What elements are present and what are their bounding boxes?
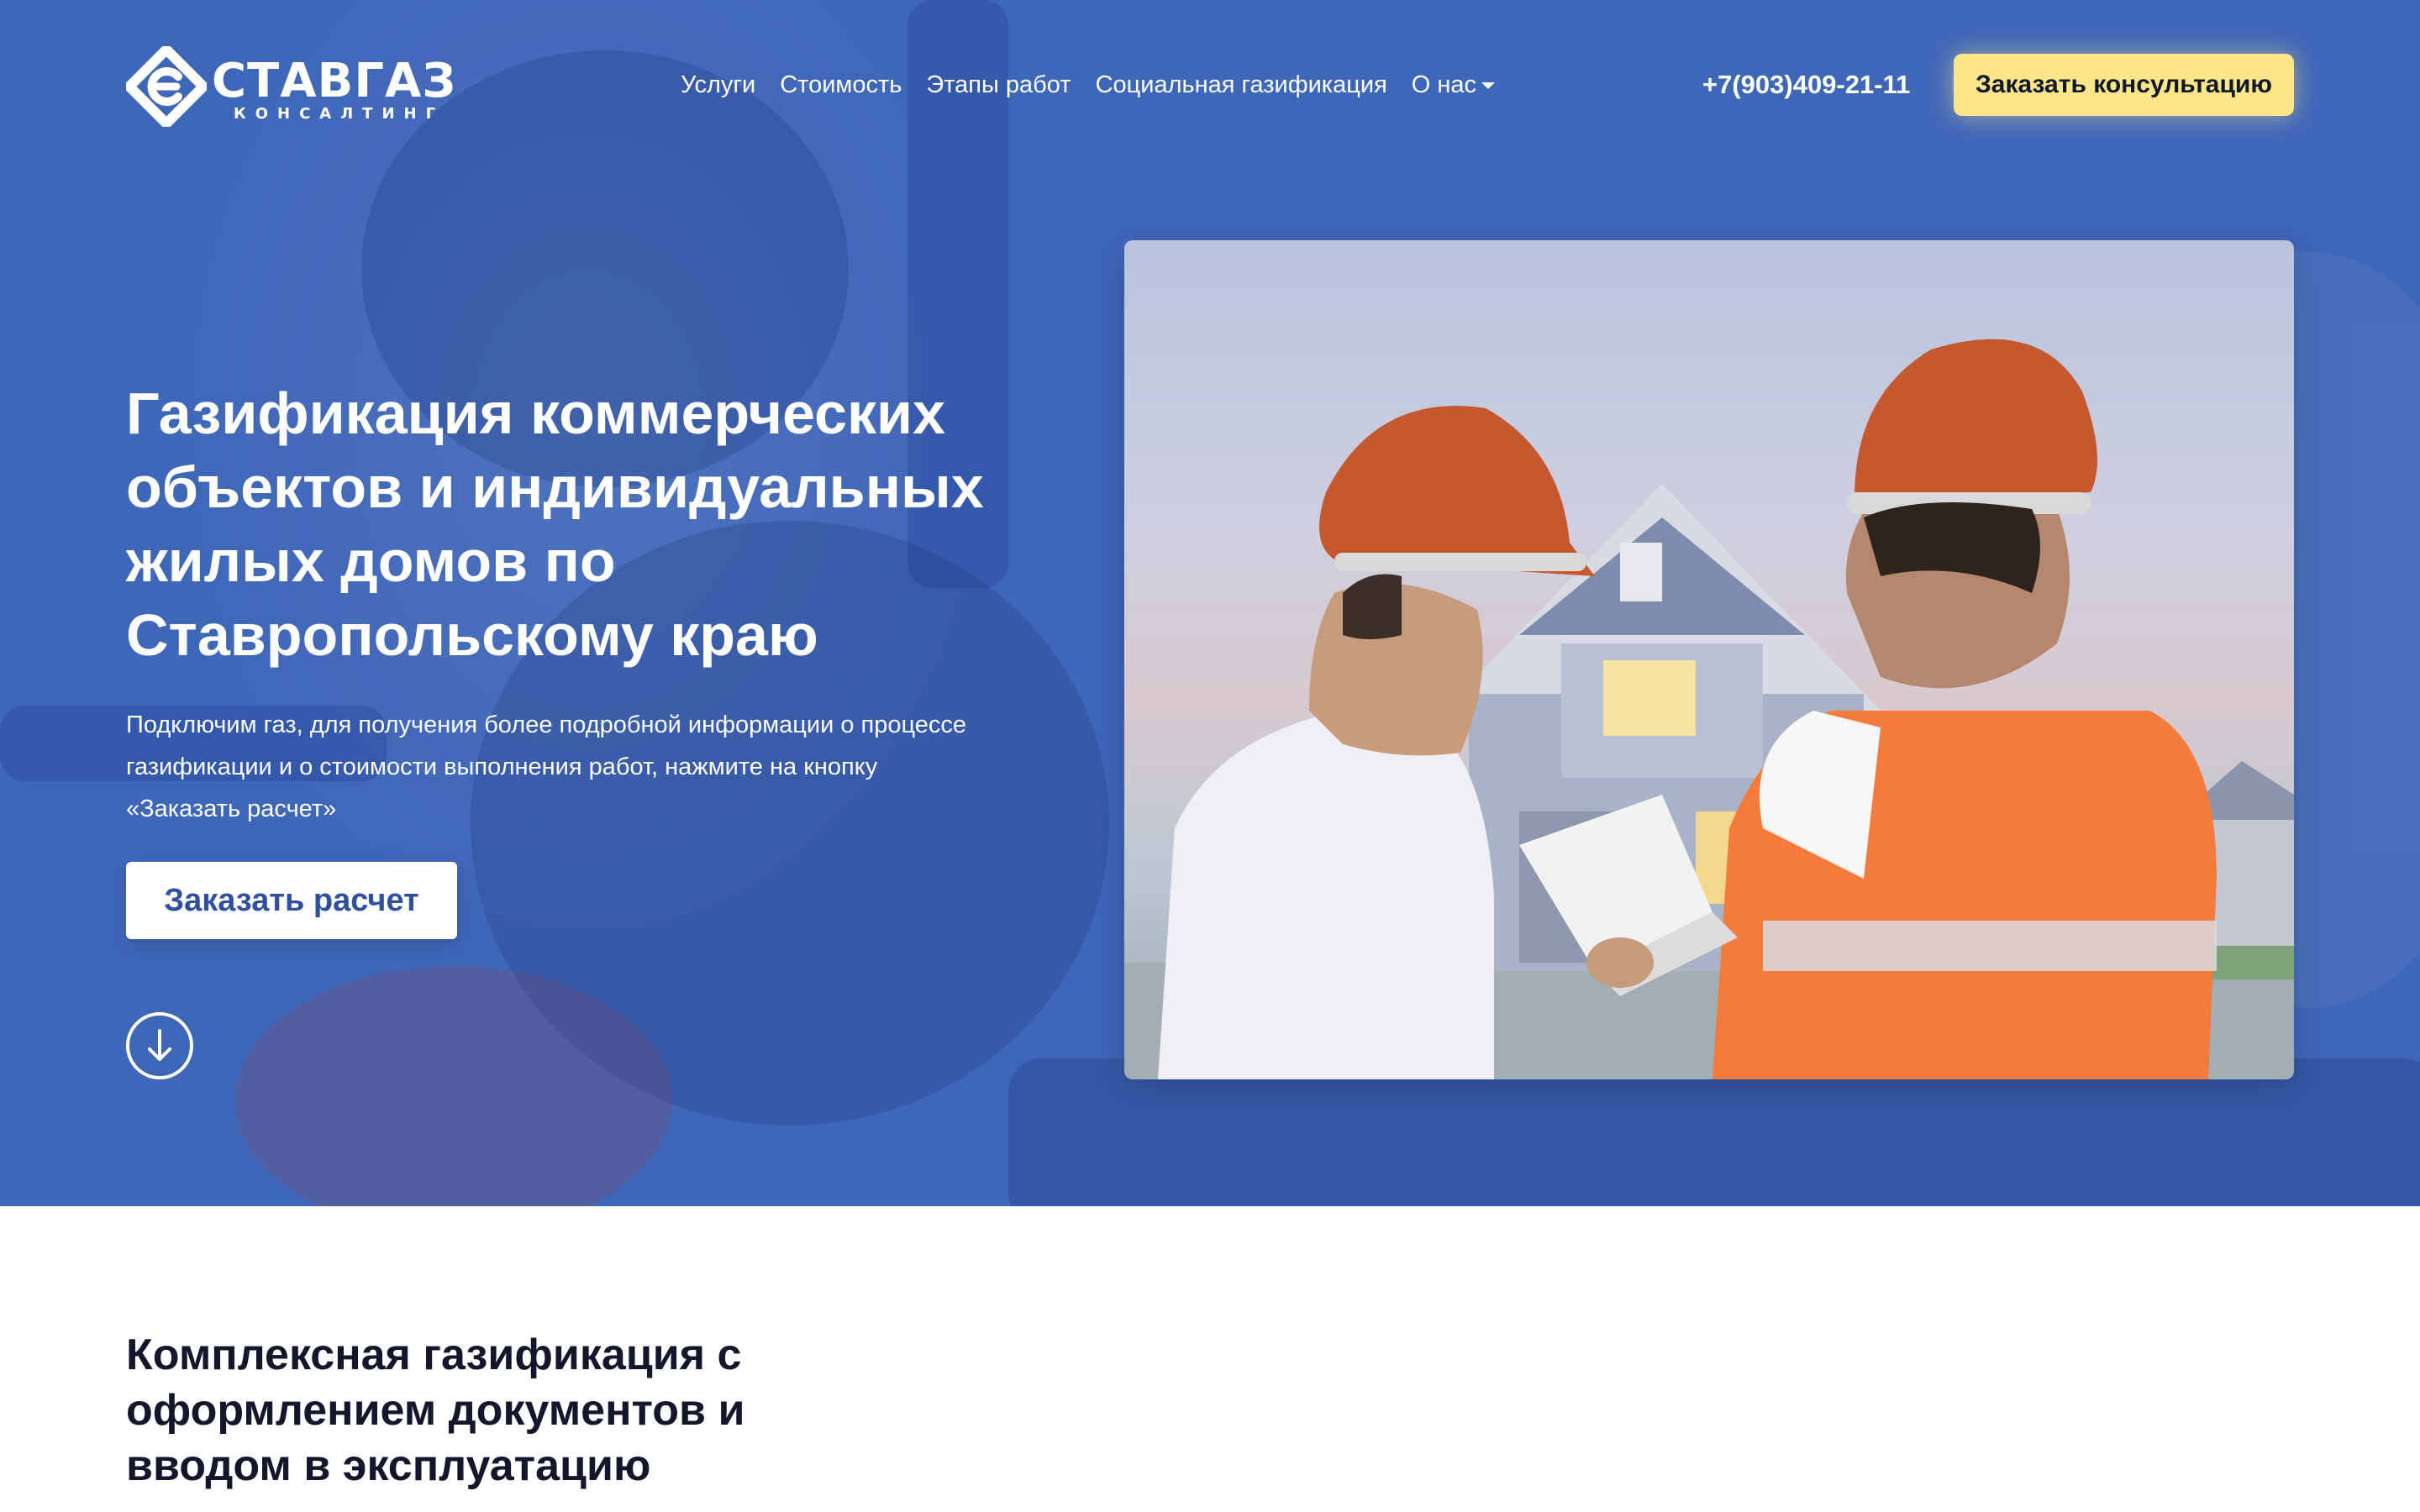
nav-item-stages[interactable]: Этапы работ [926, 71, 1071, 99]
phone-link[interactable]: +7(903)409-21-11 [1702, 66, 1910, 104]
site-header: СТАВГАЗ КОНСАЛТИНГ Услуги Стоимость Этап… [0, 0, 2420, 168]
hero-title: Газификация коммерческих объектов и инди… [126, 381, 984, 668]
nav-item-services[interactable]: Услуги [681, 71, 755, 99]
caret-down-icon [1481, 82, 1496, 89]
hero-photo-engineers [1124, 240, 2294, 1079]
logo[interactable]: СТАВГАЗ КОНСАЛТИНГ [124, 40, 462, 133]
nav-item-cost[interactable]: Стоимость [780, 71, 902, 99]
nav-item-about-dropdown[interactable]: О нас [1411, 71, 1496, 99]
arrow-down-icon [148, 1029, 171, 1061]
order-consultation-button[interactable]: Заказать консультацию [1954, 54, 2294, 116]
logo-tagline: КОНСАЛТИНГ [234, 104, 445, 123]
order-calculation-button[interactable]: Заказать расчет [126, 862, 457, 939]
section-title-complex-gasification: Комплексная газификация с оформлением до… [126, 1331, 745, 1490]
hero-description: Подключим газ, для получения более подро… [126, 711, 967, 822]
logo-name: СТАВГАЗ [212, 53, 457, 108]
nav-item-about-label: О нас [1411, 71, 1477, 98]
main-nav: Услуги Стоимость Этапы работ Социальная … [681, 66, 1519, 104]
nav-item-social-gasification[interactable]: Социальная газификация [1096, 71, 1387, 99]
hero-section: СТАВГАЗ КОНСАЛТИНГ Услуги Стоимость Этап… [0, 0, 2420, 1206]
scroll-down-button[interactable] [126, 1012, 193, 1079]
logo-icon [124, 45, 208, 129]
